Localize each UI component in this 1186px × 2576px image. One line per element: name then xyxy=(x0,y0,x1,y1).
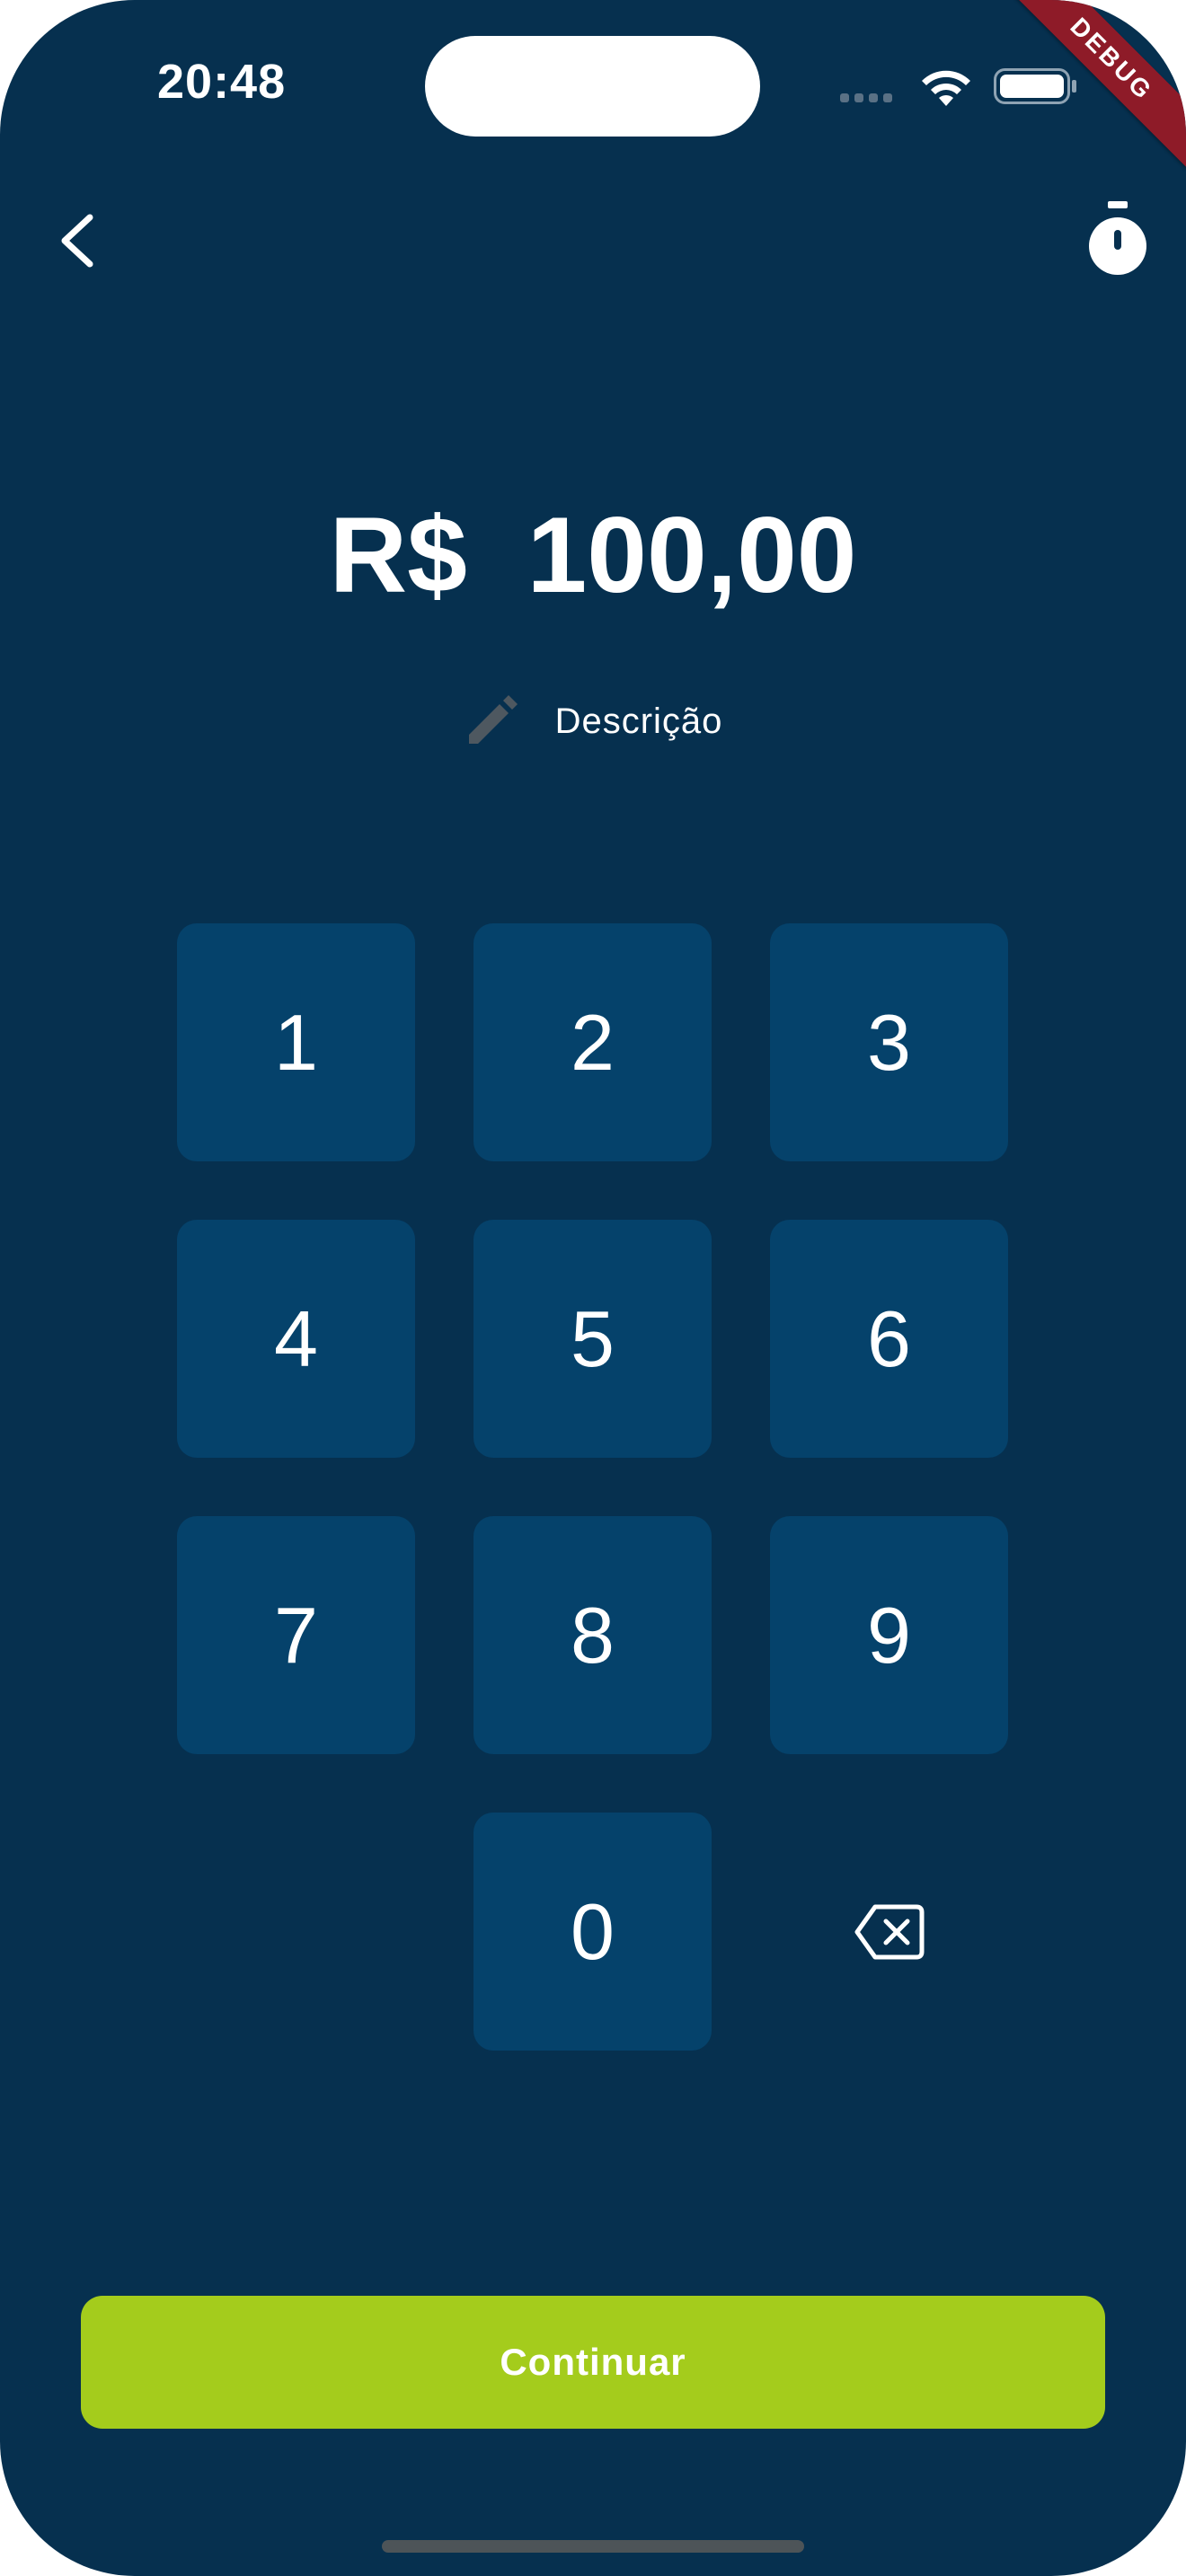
chevron-left-icon xyxy=(61,214,93,268)
amount-display: R$ 100,00 xyxy=(329,495,857,615)
key-1[interactable]: 1 xyxy=(177,923,415,1161)
wifi-icon xyxy=(922,70,970,106)
app-screen: 20:48 DEBUG R$ 100,00 Descrição 1 2 3 4 … xyxy=(0,0,1186,2576)
continue-button[interactable]: Continuar xyxy=(81,2296,1105,2429)
key-2[interactable]: 2 xyxy=(474,923,712,1161)
key-9[interactable]: 9 xyxy=(770,1516,1008,1754)
backspace-icon xyxy=(854,1904,924,1959)
status-time: 20:48 xyxy=(157,55,287,109)
timer-button[interactable] xyxy=(1084,199,1152,280)
key-7[interactable]: 7 xyxy=(177,1516,415,1754)
key-0[interactable]: 0 xyxy=(474,1813,712,2051)
stopwatch-icon xyxy=(1089,201,1146,275)
numeric-keypad: 1 2 3 4 5 6 7 8 9 0 xyxy=(177,923,1008,2051)
dynamic-island xyxy=(425,36,760,137)
key-8[interactable]: 8 xyxy=(474,1516,712,1754)
description-label: Descrição xyxy=(554,701,723,741)
backspace-button[interactable] xyxy=(770,1813,1008,2051)
cellular-signal-icon xyxy=(840,93,892,102)
key-5[interactable]: 5 xyxy=(474,1220,712,1458)
key-4[interactable]: 4 xyxy=(177,1220,415,1458)
pencil-icon xyxy=(468,695,518,744)
key-3[interactable]: 3 xyxy=(770,923,1008,1161)
key-6[interactable]: 6 xyxy=(770,1220,1008,1458)
battery-icon xyxy=(994,68,1076,104)
back-button[interactable] xyxy=(50,205,104,277)
home-indicator xyxy=(382,2540,804,2553)
key-empty-slot xyxy=(177,1813,415,2051)
description-field[interactable]: Descrição xyxy=(0,693,1186,749)
